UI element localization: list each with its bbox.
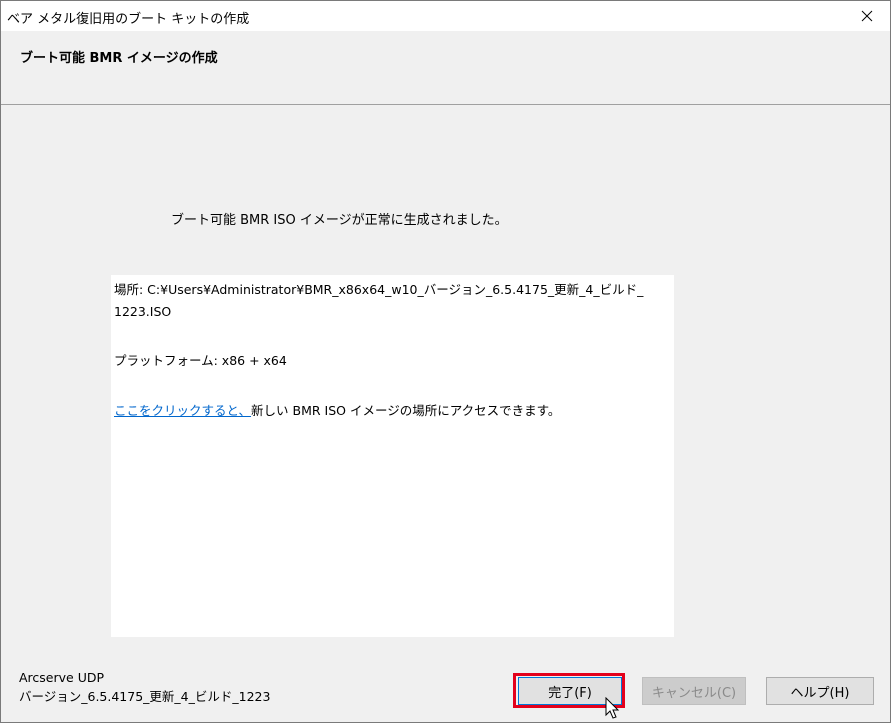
product-name: Arcserve UDP xyxy=(19,670,105,685)
page-title: ブート可能 BMR イメージの作成 xyxy=(20,51,218,66)
product-version: バージョン_6.5.4175_更新_4_ビルド_1223 xyxy=(19,689,271,704)
finish-button[interactable]: 完了(F) xyxy=(518,677,622,705)
access-line-suffix: 新しい BMR ISO イメージの場所にアクセスできます。 xyxy=(251,403,561,418)
wizard-content: ブート可能 BMR ISO イメージが正常に生成されました。 場所: C:¥Us… xyxy=(1,105,890,651)
open-location-link[interactable]: ここをクリックすると、 xyxy=(114,403,251,418)
success-message: ブート可能 BMR ISO イメージが正常に生成されました。 xyxy=(171,213,508,228)
window-title: ベア メタル復旧用のブート キットの作成 xyxy=(7,12,250,27)
access-line: ここをクリックすると、新しい BMR ISO イメージの場所にアクセスできます。 xyxy=(114,400,560,419)
wizard-header: ブート可能 BMR イメージの作成 xyxy=(1,31,890,105)
close-icon xyxy=(861,10,873,22)
location-line-1: 場所: C:¥Users¥Administrator¥BMR_x86x64_w1… xyxy=(114,282,644,297)
bmr-wizard-window: ベア メタル復旧用のブート キットの作成 ブート可能 BMR イメージの作成 ブ… xyxy=(0,0,891,723)
platform-line: プラットフォーム: x86 + x64 xyxy=(114,353,287,368)
help-button[interactable]: ヘルプ(H) xyxy=(766,677,874,705)
wizard-footer: Arcserve UDP バージョン_6.5.4175_更新_4_ビルド_122… xyxy=(1,651,890,722)
location-line-2: 1223.ISO xyxy=(114,304,172,319)
result-info-panel: 場所: C:¥Users¥Administrator¥BMR_x86x64_w1… xyxy=(111,275,674,637)
close-button[interactable] xyxy=(844,1,890,31)
title-bar: ベア メタル復旧用のブート キットの作成 xyxy=(1,1,890,31)
cancel-button[interactable]: キャンセル(C) xyxy=(642,677,746,705)
